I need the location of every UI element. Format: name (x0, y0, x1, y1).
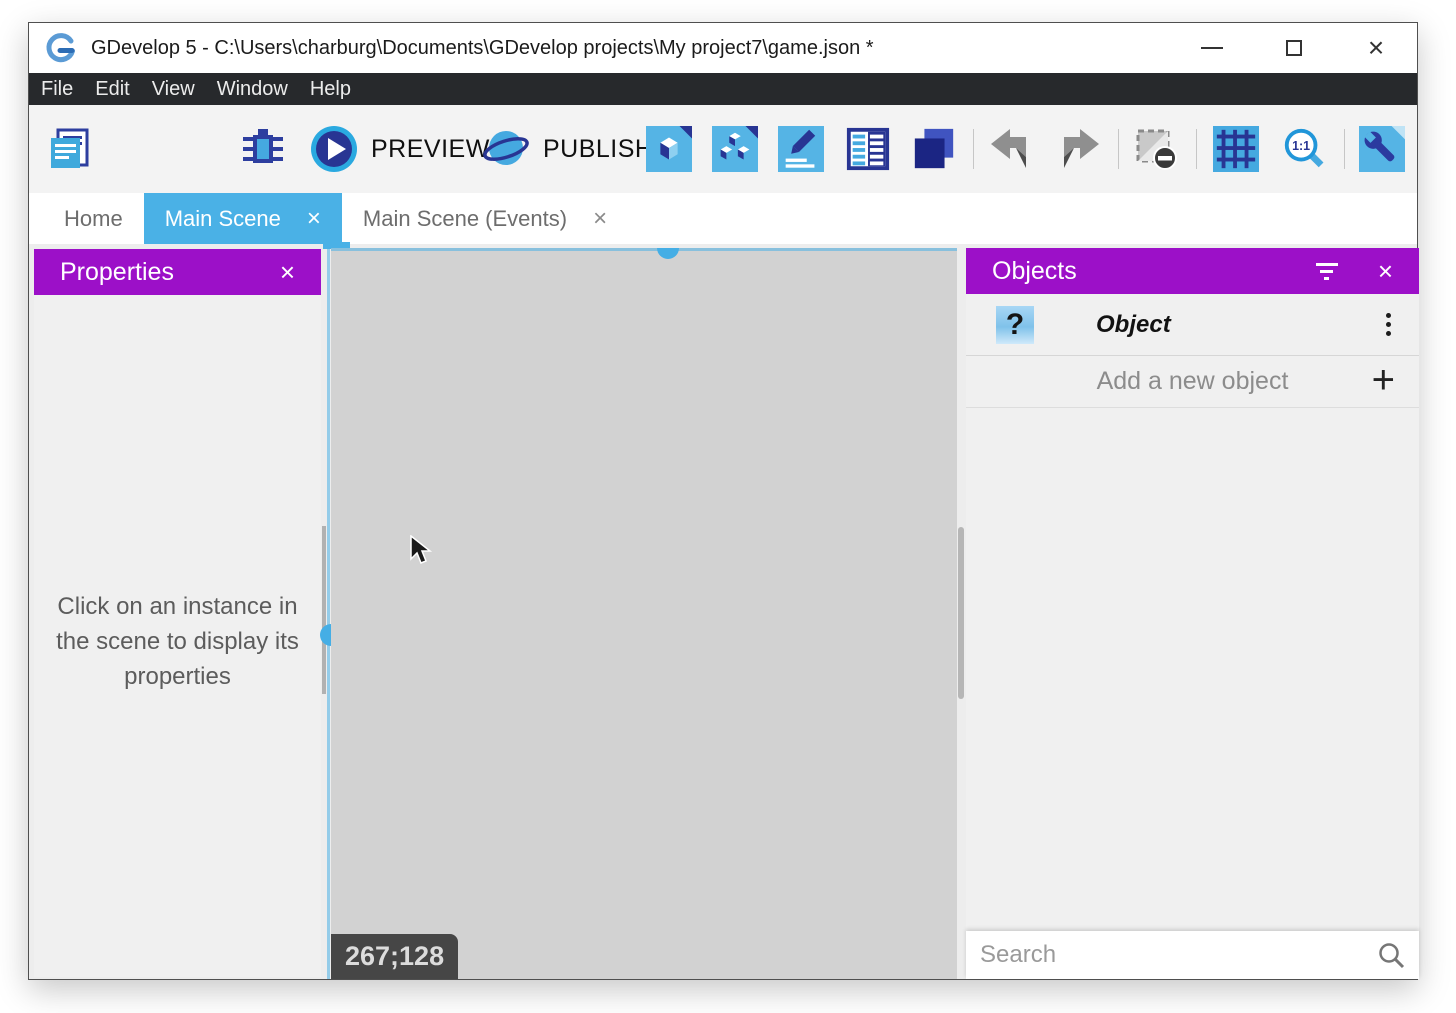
scene-canvas[interactable]: 267;128 (331, 248, 957, 979)
debug-button[interactable] (239, 125, 287, 173)
svg-text:1:1: 1:1 (1292, 139, 1310, 153)
objects-search-input[interactable] (966, 941, 1377, 969)
redo-button[interactable] (1055, 125, 1103, 173)
clear-selection-button[interactable] (1132, 125, 1180, 173)
scene-horizontal-scrollbar[interactable] (331, 248, 957, 251)
window-title: GDevelop 5 - C:\Users\charburg\Documents… (91, 23, 874, 73)
project-manager-icon (45, 125, 93, 173)
preview-label: PREVIEW (371, 135, 490, 164)
objects-search-bar (966, 931, 1419, 979)
wrench-icon (1359, 126, 1405, 172)
objects-panel: Objects × ? Object Add a new object + (966, 248, 1419, 979)
window-controls: × (1171, 23, 1417, 73)
objects-title: Objects (992, 257, 1077, 286)
filter-icon[interactable] (1316, 263, 1338, 280)
menu-bar: File Edit View Window Help (29, 73, 1417, 105)
menu-window[interactable]: Window (206, 73, 299, 105)
publish-label: PUBLISH (543, 135, 653, 164)
preview-play-icon (310, 125, 358, 173)
object-menu-kebab-icon[interactable] (1386, 313, 1391, 336)
toolbar-separator (1344, 129, 1345, 169)
toolbar-separator (1196, 129, 1197, 169)
gdevelop-window: GDevelop 5 - C:\Users\charburg\Documents… (28, 22, 1418, 980)
publish-button[interactable]: PUBLISH (482, 125, 653, 173)
instances-list-icon (911, 126, 957, 172)
edit-pencil-icon (778, 126, 824, 172)
scene-vertical-scrollbar[interactable] (327, 248, 330, 979)
tab-main-scene-label: Main Scene (165, 206, 281, 232)
tab-close-icon[interactable]: × (593, 207, 607, 231)
add-object-row[interactable]: Add a new object + (966, 356, 1419, 408)
mouse-cursor (409, 535, 435, 567)
maximize-button[interactable] (1253, 23, 1335, 73)
tab-main-scene-events[interactable]: Main Scene (Events) × (342, 193, 628, 244)
menu-help[interactable]: Help (299, 73, 362, 105)
scene-horizontal-scrollbar-thumb[interactable] (657, 248, 679, 259)
add-object-plus-icon[interactable]: + (1372, 358, 1395, 403)
grid-icon (1213, 126, 1259, 172)
objects-close-icon[interactable]: × (1378, 258, 1393, 284)
zoom-1-1-icon: 1:1 (1281, 126, 1327, 172)
toolbar-separator (1118, 129, 1119, 169)
preview-button[interactable]: PREVIEW (310, 125, 490, 173)
objects-editor-icon (646, 126, 692, 172)
properties-title: Properties (60, 258, 174, 287)
open-object-groups-button[interactable] (712, 126, 758, 172)
properties-close-icon[interactable]: × (280, 259, 295, 285)
cursor-coordinates-badge: 267;128 (331, 934, 458, 979)
undo-button[interactable] (987, 125, 1035, 173)
open-instances-list-button[interactable] (911, 126, 957, 172)
tab-home[interactable]: Home (43, 193, 144, 244)
open-events-list-button[interactable] (845, 126, 891, 172)
object-question-icon: ? (996, 306, 1034, 344)
open-objects-editor-button[interactable] (646, 126, 692, 172)
clear-selection-icon (1132, 125, 1180, 173)
menu-view[interactable]: View (141, 73, 206, 105)
undo-icon (987, 125, 1035, 173)
open-scene-properties-button[interactable] (778, 126, 824, 172)
menu-file[interactable]: File (30, 73, 84, 105)
debug-bug-icon (239, 125, 287, 173)
open-project-settings-button[interactable] (1359, 126, 1405, 172)
close-icon: × (1368, 34, 1384, 62)
minimize-icon (1201, 47, 1223, 49)
publish-globe-icon (482, 125, 530, 173)
object-list-item[interactable]: ? Object (966, 294, 1419, 356)
title-bar: GDevelop 5 - C:\Users\charburg\Documents… (29, 23, 1417, 73)
events-list-icon (845, 126, 891, 172)
object-name: Object (1096, 311, 1171, 339)
tab-close-icon[interactable]: × (307, 207, 321, 231)
tab-main-scene-events-label: Main Scene (Events) (363, 206, 567, 232)
properties-scrollbar[interactable] (322, 526, 326, 694)
close-button[interactable]: × (1335, 23, 1417, 73)
gdevelop-logo-icon (45, 32, 77, 64)
tab-main-scene[interactable]: Main Scene × (144, 193, 342, 244)
project-manager-button[interactable] (45, 125, 93, 173)
tab-bar: Home Main Scene × Main Scene (Events) × (29, 193, 1417, 244)
tab-home-label: Home (64, 206, 123, 232)
toolbar: PREVIEW PUBLISH (29, 105, 1417, 193)
search-icon (1377, 941, 1405, 969)
editor-content: Properties × Click on an instance in the… (29, 244, 1417, 979)
minimize-button[interactable] (1171, 23, 1253, 73)
properties-placeholder-text: Click on an instance in the scene to dis… (50, 589, 305, 694)
properties-panel: Properties × Click on an instance in the… (34, 249, 321, 977)
properties-header: Properties × (34, 249, 321, 295)
menu-edit[interactable]: Edit (84, 73, 140, 105)
zoom-original-button[interactable]: 1:1 (1281, 126, 1327, 172)
object-groups-icon (712, 126, 758, 172)
scene-right-scrollbar-thumb[interactable] (958, 527, 964, 699)
toolbar-separator (973, 129, 974, 169)
objects-header: Objects × (966, 248, 1419, 294)
toggle-grid-button[interactable] (1213, 126, 1259, 172)
add-object-label: Add a new object (1097, 367, 1289, 396)
maximize-icon (1286, 40, 1302, 56)
redo-icon (1055, 125, 1103, 173)
